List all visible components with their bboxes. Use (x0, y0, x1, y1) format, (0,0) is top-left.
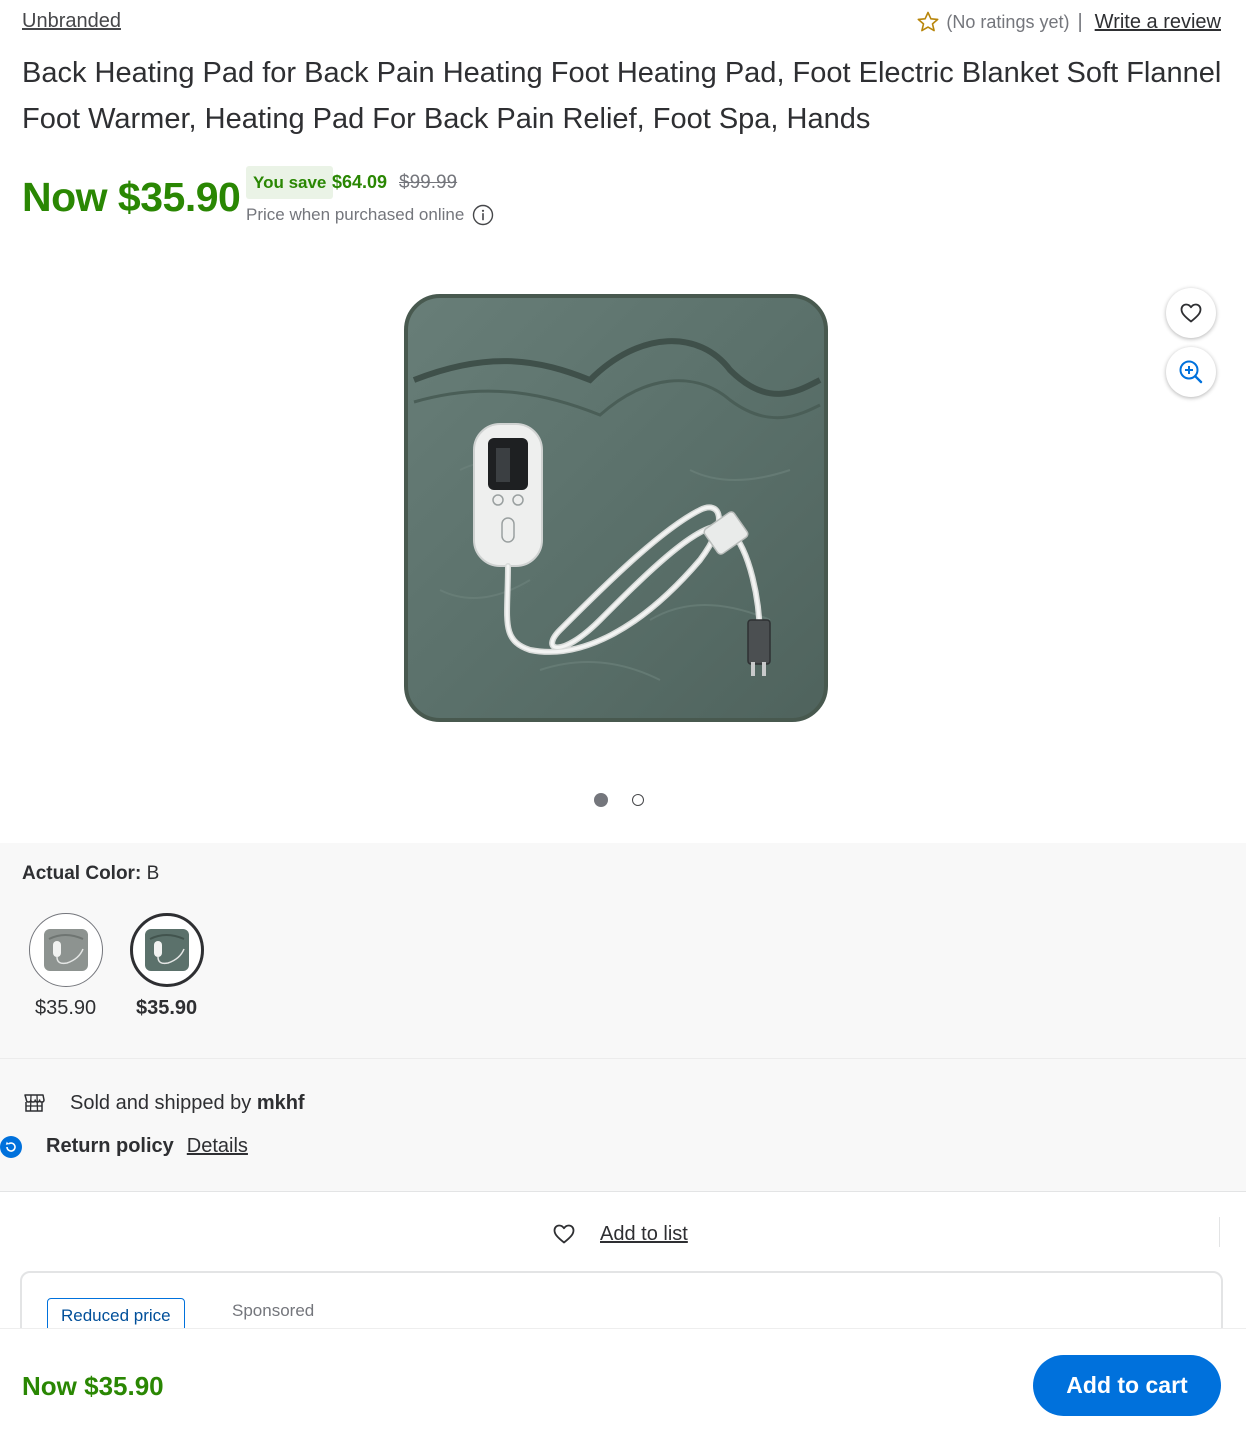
divider (1219, 1217, 1220, 1247)
carousel-dot-1[interactable] (594, 793, 608, 807)
add-to-list-label[interactable]: Add to list (600, 1223, 688, 1246)
sticky-price: Now $35.90 (22, 1371, 164, 1401)
rating-summary: (No ratings yet) | Write a review (916, 10, 1221, 34)
variant-thumbnail-b (145, 929, 189, 971)
save-amount: $64.09 (332, 172, 388, 192)
no-ratings-text: (No ratings yet) (946, 11, 1070, 32)
rating-separator: | (1077, 10, 1083, 33)
brand-link[interactable]: Unbranded (22, 10, 121, 33)
variant-price-a: $35.90 (35, 997, 97, 1019)
heart-icon (1180, 303, 1202, 323)
seller-info: Sold and shipped by mkhf (22, 1091, 305, 1115)
variant-swatch-b[interactable] (130, 913, 204, 987)
variant-label-title: Actual Color: (22, 863, 142, 884)
favorite-button[interactable] (1166, 288, 1216, 338)
return-icon (0, 1135, 22, 1158)
price-note: Price when purchased online (246, 204, 494, 226)
carousel-dot-2[interactable] (632, 794, 644, 806)
variant-label: Actual Color: B (22, 863, 159, 885)
current-price: Now $35.90 (22, 174, 241, 220)
store-icon (24, 1094, 45, 1112)
seller-section: Sold and shipped by mkhf Return policy D… (0, 1058, 1246, 1192)
return-policy-label: Return policy (46, 1135, 174, 1157)
star-icon (917, 11, 939, 32)
price-note-text: Price when purchased online (246, 205, 465, 224)
heart-icon (553, 1224, 575, 1244)
reduced-price-tag: Reduced price (47, 1298, 185, 1332)
variant-section: Actual Color: B $35.90 $35.90 (0, 843, 1246, 1058)
product-title: Back Heating Pad for Back Pain Heating F… (22, 57, 1222, 135)
variant-selected-value: B (146, 863, 160, 884)
variant-swatch-a[interactable] (29, 913, 103, 987)
variant-thumbnail-a (44, 929, 88, 971)
zoom-in-icon (1179, 360, 1203, 384)
info-icon[interactable] (472, 204, 494, 226)
add-to-list[interactable]: Add to list (552, 1222, 688, 1246)
write-review-link[interactable]: Write a review (1095, 11, 1221, 34)
return-policy: Return policy Details (0, 1135, 248, 1158)
heating-pad-image[interactable] (400, 290, 832, 726)
zoom-button[interactable] (1166, 347, 1216, 397)
variant-price-b: $35.90 (136, 997, 198, 1019)
sponsored-label: Sponsored (232, 1301, 315, 1320)
you-save-badge: You save (246, 166, 334, 199)
was-price: $99.99 (399, 172, 458, 193)
return-details-link[interactable]: Details (187, 1135, 248, 1158)
seller-name[interactable]: mkhf (257, 1092, 305, 1115)
add-to-cart-button[interactable]: Add to cart (1033, 1355, 1221, 1416)
top-row: Unbranded (No ratings yet) | Write a rev… (0, 0, 1246, 48)
carousel-dots (594, 793, 644, 807)
seller-prefix: Sold and shipped by (70, 1091, 252, 1114)
sticky-cart-bar: Now $35.90 Add to cart (0, 1328, 1246, 1440)
